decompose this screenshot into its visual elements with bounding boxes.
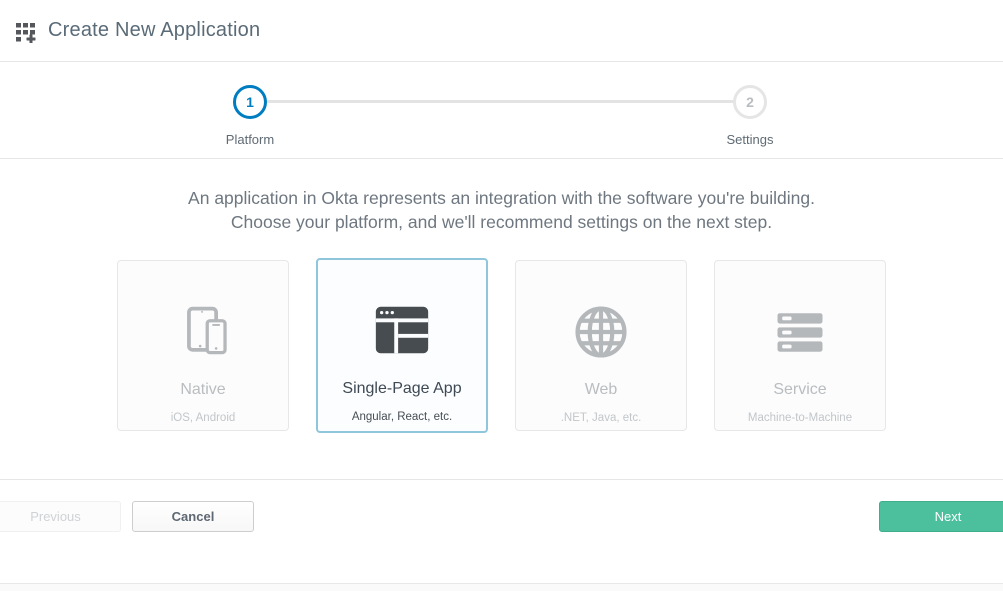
globe-icon [571, 299, 631, 365]
platform-title: Native [180, 381, 225, 399]
platform-card-single-page-app[interactable]: Single-Page App Angular, React, etc. [316, 258, 488, 433]
platform-card-service[interactable]: Service Machine-to-Machine [714, 260, 886, 431]
platform-title: Web [585, 381, 618, 399]
platform-title: Single-Page App [342, 380, 461, 398]
step-2-indicator: 2 [733, 85, 767, 119]
stepper-connector-line [265, 100, 735, 103]
server-stack-icon [770, 299, 830, 365]
browser-window-icon [371, 298, 433, 364]
dialog-header: Create New Application [0, 0, 1003, 62]
step-1-label: Platform [190, 132, 310, 147]
intro-text: An application in Okta represents an int… [0, 186, 1003, 234]
next-button[interactable]: Next [879, 501, 1003, 532]
platform-subtitle: iOS, Android [171, 412, 236, 424]
previous-button[interactable]: Previous [0, 501, 121, 532]
wizard-stepper: 1 2 Platform Settings [0, 62, 1003, 159]
platform-card-native[interactable]: Native iOS, Android [117, 260, 289, 431]
page-bottom-divider [0, 583, 1003, 591]
page-title: Create New Application [48, 19, 260, 42]
platform-subtitle: Angular, React, etc. [352, 411, 452, 423]
apps-grid-plus-icon [15, 19, 39, 43]
step-1-indicator: 1 [233, 85, 267, 119]
wizard-footer: Previous Cancel Next [0, 479, 1003, 583]
platform-subtitle: .NET, Java, etc. [561, 412, 642, 424]
platform-subtitle: Machine-to-Machine [748, 412, 852, 424]
step-2-label: Settings [690, 132, 810, 147]
tablet-phone-icon [173, 299, 233, 365]
intro-line-1: An application in Okta represents an int… [0, 186, 1003, 210]
cancel-button[interactable]: Cancel [132, 501, 254, 532]
platform-card-web[interactable]: Web .NET, Java, etc. [515, 260, 687, 431]
platform-title: Service [773, 381, 826, 399]
platform-card-row: Native iOS, Android Single-Page App Angu… [0, 260, 1003, 433]
intro-line-2: Choose your platform, and we'll recommen… [0, 210, 1003, 234]
